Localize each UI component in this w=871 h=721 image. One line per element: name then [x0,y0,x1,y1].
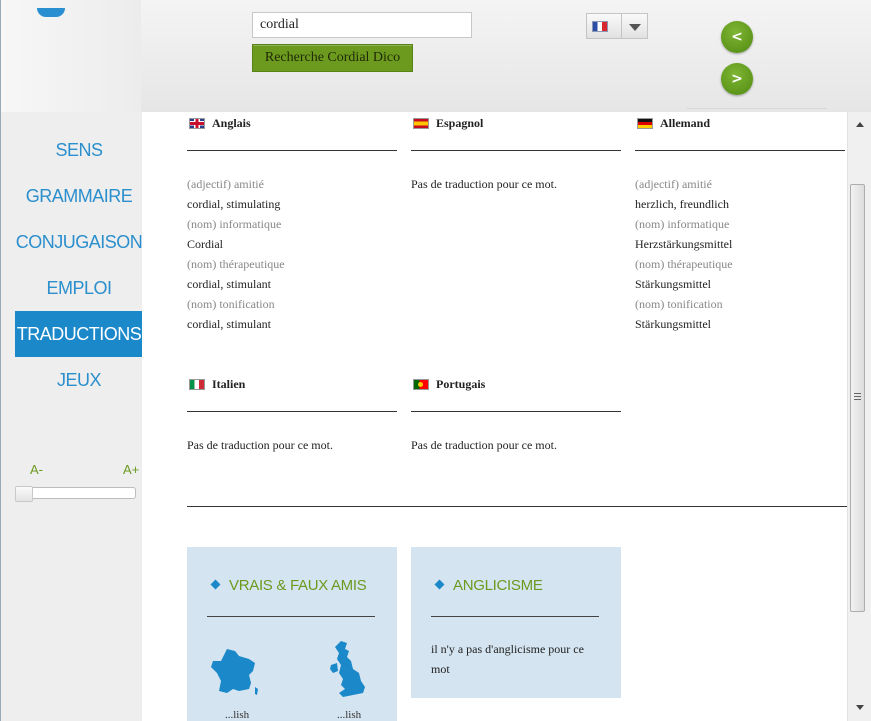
flag-it-icon [189,379,205,390]
entry-value: herzlich, freundlich [635,197,729,211]
entry-label: (adjectif) amitié [187,177,264,191]
sidebar-item-jeux[interactable]: JEUX [15,357,143,403]
select-divider [621,14,622,38]
translation-italien: Italien Pas de traduction pour ce mot. [187,373,397,455]
flag-es-icon [413,118,429,129]
diamond-icon [210,579,221,590]
entry-value: Stärkungsmittel [635,317,711,331]
flag-de-icon [637,118,653,129]
sidebar-item-emploi[interactable]: EMPLOI [15,265,143,311]
entry-label: (nom) thérapeutique [187,257,285,271]
entry-label: (nom) tonification [187,297,275,311]
next-button[interactable]: > [721,63,753,95]
sidebar-item-conjugaison[interactable]: CONJUGAISON [15,219,143,265]
font-size-slider[interactable] [15,486,136,502]
no-translation-text: Pas de traduction pour ce mot. [411,438,557,452]
card-title-text: ANGLICISME [453,577,543,594]
search-button[interactable]: Recherche Cordial Dico [252,44,413,72]
entry-value: Herzstärkungsmittel [635,237,733,251]
entry-label: (nom) informatique [187,217,282,231]
language-name: Allemand [660,116,711,130]
sidebar-item-sens[interactable]: SENS [15,127,143,173]
entry-label: (adjectif) amitié [635,177,712,191]
language-header: Espagnol [411,112,621,151]
language-name: Italien [212,377,246,391]
translation-allemand: Allemand (adjectif) amitié herzlich, fre… [635,112,845,334]
entry-label: (nom) tonification [635,297,723,311]
card-title: VRAIS & FAUX AMIS [210,577,367,594]
translation-list: Pas de traduction pour ce mot. [411,151,621,194]
main-content: Anglais (adjectif) amitié cordial, stimu… [142,112,847,721]
scroll-down-icon[interactable] [856,705,864,710]
header: Recherche Cordial Dico < > [1,0,871,112]
entry-value: cordial, stimulant [187,277,271,291]
language-name: Anglais [212,116,251,130]
translation-list: Pas de traduction pour ce mot. [187,412,397,455]
card-vrais-faux-amis[interactable]: VRAIS & FAUX AMIS ...lish ...lish [187,547,397,721]
translation-list: (adjectif) amitié cordial, stimulating (… [187,151,397,334]
no-translation-text: Pas de traduction pour ce mot. [187,438,333,452]
slider-handle[interactable] [15,486,33,502]
language-header: Italien [187,373,397,412]
vertical-scrollbar[interactable] [847,112,871,721]
header-shade [1,0,141,112]
sidebar-item-traductions[interactable]: TRADUCTIONS [15,311,143,357]
translation-anglais: Anglais (adjectif) amitié cordial, stimu… [187,112,397,334]
chevron-down-icon[interactable] [629,24,641,31]
translation-list: Pas de traduction pour ce mot. [411,412,621,455]
card-title: ANGLICISME [434,577,543,594]
scrollbar-thumb[interactable] [850,184,865,612]
entry-label: (nom) informatique [635,217,730,231]
card-divider [431,616,599,617]
no-translation-text: Pas de traduction pour ce mot. [411,177,557,191]
entry-label: (nom) thérapeutique [635,257,733,271]
card-anglicisme[interactable]: ANGLICISME il n'y a pas d'anglicisme pou… [411,547,621,698]
previous-button[interactable]: < [721,21,753,53]
search-input[interactable] [252,12,472,38]
font-increase-button[interactable]: A+ [123,462,139,477]
language-name: Portugais [436,377,486,391]
map-caption-uk: ...lish [337,709,362,721]
grip-icon [854,393,861,401]
entry-value: cordial, stimulant [187,317,271,331]
flag-pt-icon [413,379,429,390]
map-caption-fr: ...lish [225,709,250,721]
card-divider [207,616,375,617]
entry-value: Cordial [187,237,223,251]
card-text: il n'y a pas d'anglicisme pour ce mot [431,642,584,676]
france-map-icon[interactable] [209,647,259,697]
sidebar: SENS GRAMMAIRE CONJUGAISON EMPLOI TRADUC… [1,112,143,721]
language-header: Portugais [411,373,621,412]
language-name: Espagnol [436,116,484,130]
section-divider [187,506,847,507]
flag-uk-icon [189,118,205,129]
font-decrease-button[interactable]: A- [30,462,43,477]
diamond-icon [434,579,445,590]
entry-value: Stärkungsmittel [635,277,711,291]
language-select[interactable] [586,13,648,39]
card-title-text: VRAIS & FAUX AMIS [229,577,367,594]
flag-fr-icon [592,21,608,32]
language-header: Anglais [187,112,397,151]
translation-list: (adjectif) amitié herzlich, freundlich (… [635,151,845,334]
sidebar-menu: SENS GRAMMAIRE CONJUGAISON EMPLOI TRADUC… [15,127,143,403]
translation-portugais: Portugais Pas de traduction pour ce mot. [411,373,621,455]
language-header: Allemand [635,112,845,151]
translation-espagnol: Espagnol Pas de traduction pour ce mot. [411,112,621,194]
header-divider [687,108,827,109]
sidebar-item-grammaire[interactable]: GRAMMAIRE [15,173,143,219]
scroll-up-icon[interactable] [856,122,864,127]
entry-value: cordial, stimulating [187,197,281,211]
uk-map-icon[interactable] [329,639,369,699]
